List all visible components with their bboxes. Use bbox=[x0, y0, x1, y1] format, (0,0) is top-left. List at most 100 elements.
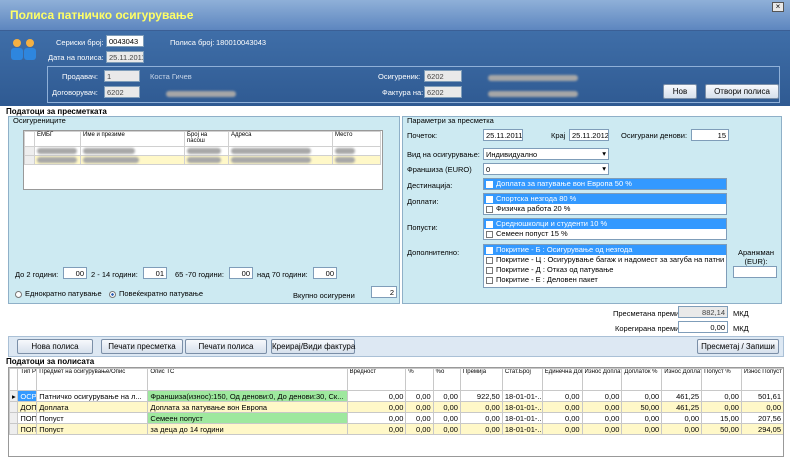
table-cell[interactable]: 18-01-01-... bbox=[501, 412, 543, 424]
age-65-70-field[interactable]: 00 bbox=[229, 267, 253, 279]
franchise-select[interactable]: 0 ▾ bbox=[483, 163, 609, 175]
table-cell[interactable]: 0,00 bbox=[346, 390, 407, 402]
arrangement-field[interactable] bbox=[733, 266, 777, 278]
row-selector[interactable] bbox=[9, 412, 19, 424]
table-cell[interactable]: 0,00 bbox=[459, 423, 503, 435]
insurance-type-select[interactable]: Индивидуално ▾ bbox=[483, 148, 609, 160]
calculate-save-button[interactable]: Пресметај / Запиши bbox=[697, 339, 779, 354]
end-date-field[interactable]: 25.11.2012 bbox=[569, 129, 609, 141]
table-row[interactable]: ДОП Доплата Доплата за патување вон Европа… bbox=[9, 401, 783, 413]
table-cell[interactable]: 0,00 bbox=[621, 423, 663, 435]
table-cell[interactable]: 922,50 bbox=[459, 390, 503, 402]
table-cell[interactable]: 0,00 bbox=[541, 401, 583, 413]
list-item[interactable]: Семеен попуст 15 % bbox=[484, 229, 726, 239]
table-cell[interactable]: 0,00 bbox=[541, 390, 583, 402]
multi-trip-radio[interactable]: Повеќекратно патување bbox=[109, 289, 203, 298]
table-cell[interactable]: 0,00 bbox=[405, 412, 434, 424]
table-cell[interactable]: Доплата bbox=[36, 401, 149, 413]
age-over-70-field[interactable]: 00 bbox=[313, 267, 337, 279]
seller-code-field[interactable]: 1 bbox=[104, 70, 140, 82]
list-item[interactable]: Покритие - Е : Деловен пакет bbox=[484, 275, 726, 285]
open-policy-button[interactable]: Отвори полиса bbox=[705, 84, 779, 99]
table-cell[interactable]: 0,00 bbox=[581, 401, 623, 413]
list-item[interactable]: Средношколци и студенти 10 % bbox=[484, 219, 726, 229]
table-cell[interactable]: 207,56 bbox=[740, 412, 783, 424]
destination-list[interactable]: Доплата за патување вон Европа 50 % bbox=[483, 178, 727, 190]
list-item[interactable]: Доплата за патување вон Европа 50 % bbox=[484, 179, 726, 189]
table-cell[interactable]: 0,00 bbox=[661, 412, 703, 424]
row-selector[interactable] bbox=[9, 423, 19, 435]
table-cell[interactable]: 0,00 bbox=[621, 412, 663, 424]
table-cell[interactable]: 15,00 bbox=[701, 412, 742, 424]
print-policy-button[interactable]: Печати полиса bbox=[185, 339, 267, 354]
table-row[interactable]: ПОП Попуст Семеен попуст 0,00 0,00 0,00 0,00 18… bbox=[9, 412, 783, 424]
table-row[interactable] bbox=[24, 155, 381, 165]
table-cell[interactable]: Семеен попуст bbox=[147, 412, 348, 424]
close-icon[interactable]: × bbox=[772, 2, 784, 12]
table-cell[interactable]: Франшиза(износ):150, Од денови:0, До ден… bbox=[147, 390, 348, 402]
days-field[interactable]: 15 bbox=[691, 129, 729, 141]
list-item[interactable]: Покритие - Д : Отказ од патување bbox=[484, 265, 726, 275]
table-cell[interactable]: 0,00 bbox=[346, 401, 407, 413]
table-cell[interactable]: 0,00 bbox=[740, 401, 783, 413]
policy-date-field[interactable]: 25.11.2011 bbox=[106, 51, 144, 63]
table-cell[interactable]: 0,00 bbox=[432, 423, 461, 435]
table-cell[interactable]: 0,00 bbox=[432, 390, 461, 402]
surcharges-list[interactable]: Спортска незгода 80 % Физичка работа 20 … bbox=[483, 193, 727, 215]
discounts-list[interactable]: Средношколци и студенти 10 % Семеен попу… bbox=[483, 218, 727, 240]
new-policy-button[interactable]: Нова полиса bbox=[17, 339, 93, 354]
invoice-button[interactable]: Креирај/Види фактура bbox=[271, 339, 355, 354]
table-cell[interactable]: 294,05 bbox=[740, 423, 783, 435]
table-cell[interactable]: 0,00 bbox=[405, 390, 434, 402]
insured-code-field[interactable]: 6202 bbox=[424, 70, 462, 82]
list-item[interactable]: Спортска незгода 80 % bbox=[484, 194, 726, 204]
start-date-field[interactable]: 25.11.2011 bbox=[483, 129, 523, 141]
table-cell[interactable]: 50,00 bbox=[701, 423, 742, 435]
table-cell[interactable]: ДОП bbox=[17, 401, 38, 413]
table-cell[interactable]: ПОП bbox=[17, 423, 38, 435]
table-cell[interactable]: 18-01-01-... bbox=[501, 423, 543, 435]
table-cell[interactable]: Патничко осигурување на л... bbox=[36, 390, 149, 402]
print-calculation-button[interactable]: Печати пресметка bbox=[101, 339, 183, 354]
table-cell[interactable]: 0,00 bbox=[581, 412, 623, 424]
table-cell[interactable]: 0,00 bbox=[701, 401, 742, 413]
table-cell[interactable]: 0,00 bbox=[581, 390, 623, 402]
table-cell[interactable]: за деца до 14 години bbox=[147, 423, 348, 435]
table-cell[interactable]: ПОП bbox=[17, 412, 38, 424]
table-cell[interactable]: 0,00 bbox=[541, 423, 583, 435]
table-cell[interactable]: 0,00 bbox=[581, 423, 623, 435]
table-cell[interactable]: 0,00 bbox=[701, 390, 742, 402]
list-item[interactable]: Физичка работа 20 % bbox=[484, 204, 726, 214]
table-cell[interactable]: 18-01-01-... bbox=[501, 390, 543, 402]
age-up-to-2-field[interactable]: 00 bbox=[63, 267, 87, 279]
serial-field[interactable]: 0043043 bbox=[106, 35, 144, 47]
table-cell[interactable]: 0,00 bbox=[661, 423, 703, 435]
table-cell[interactable]: Попуст bbox=[36, 423, 149, 435]
invoice-to-code-field[interactable]: 6202 bbox=[424, 86, 462, 98]
corrected-premium-field[interactable]: 0,00 bbox=[678, 321, 728, 333]
table-cell[interactable]: 0,00 bbox=[459, 412, 503, 424]
table-cell[interactable]: 50,00 bbox=[621, 401, 663, 413]
table-cell[interactable]: Доплата за патување вон Европа bbox=[147, 401, 348, 413]
additional-list[interactable]: Покритие - Б : Осигурување од незгода По… bbox=[483, 244, 727, 288]
table-cell[interactable]: 0,00 bbox=[405, 401, 434, 413]
table-cell[interactable]: 461,25 bbox=[661, 401, 703, 413]
table-cell[interactable]: Попуст bbox=[36, 412, 149, 424]
row-selector[interactable]: ▸ bbox=[9, 390, 19, 402]
new-button[interactable]: Нов bbox=[663, 84, 697, 99]
age-2-14-field[interactable]: 01 bbox=[143, 267, 167, 279]
table-cell[interactable]: ОСР bbox=[17, 390, 38, 402]
table-row[interactable]: ▸ ОСР Патничко осигурување на л... Франшиза… bbox=[9, 390, 783, 402]
list-item[interactable]: Покритие - Ц : Осигурување багаж и надом… bbox=[484, 255, 726, 265]
table-cell[interactable]: 0,00 bbox=[432, 401, 461, 413]
table-cell[interactable]: 0,00 bbox=[346, 423, 407, 435]
table-cell[interactable]: 0,00 bbox=[346, 412, 407, 424]
total-insured-field[interactable]: 2 bbox=[371, 286, 397, 298]
contractor-code-field[interactable]: 6202 bbox=[104, 86, 140, 98]
table-row[interactable]: ПОП Попуст за деца до 14 години 0,00 0,00 0,0… bbox=[9, 423, 783, 435]
table-cell[interactable]: 0,00 bbox=[621, 390, 663, 402]
table-row[interactable] bbox=[24, 146, 381, 156]
table-cell[interactable]: 0,00 bbox=[405, 423, 434, 435]
list-item[interactable]: Покритие - Б : Осигурување од незгода bbox=[484, 245, 726, 255]
row-selector[interactable] bbox=[9, 401, 19, 413]
